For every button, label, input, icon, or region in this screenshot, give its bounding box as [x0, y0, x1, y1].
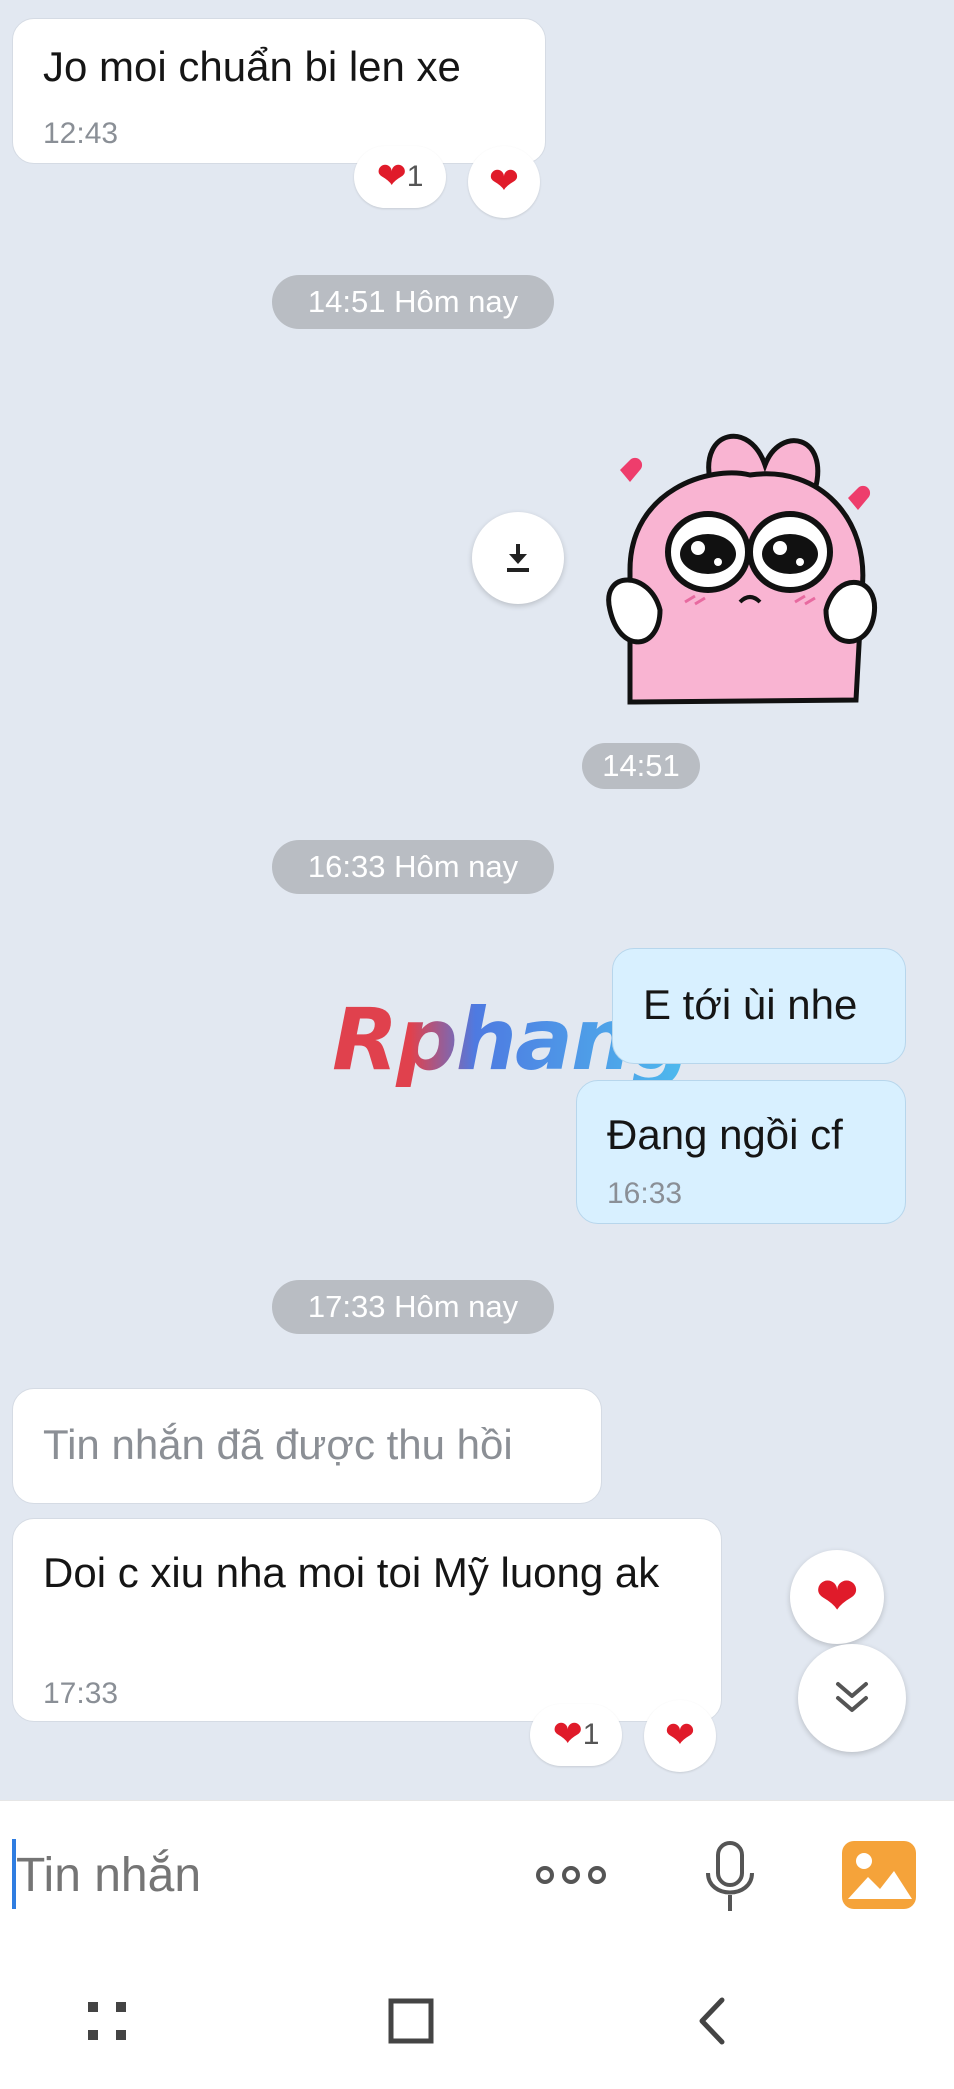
back-icon — [699, 1997, 725, 2045]
recalled-text: Tin nhắn đã được thu hồi — [43, 1421, 513, 1468]
reaction-count: 1 — [582, 1718, 600, 1751]
more-options-icon — [536, 1866, 606, 1884]
reaction-count: 1 — [406, 160, 424, 193]
message-bubble-incoming[interactable]: Jo moi chuẩn bi len xe 12:43 — [12, 18, 546, 164]
message-text: E tới ùi nhe — [643, 981, 858, 1028]
image-picker-button[interactable] — [842, 1841, 916, 1909]
date-separator: 14:51 Hôm nay — [272, 275, 554, 329]
message-time: 16:33 — [607, 1177, 683, 1210]
reaction-count-pill[interactable]: ❤ 1 — [530, 1704, 622, 1766]
quick-heart-button[interactable]: ❤ — [790, 1550, 884, 1644]
recalled-message[interactable]: Tin nhắn đã được thu hồi — [12, 1388, 602, 1504]
home-button[interactable] — [388, 1998, 434, 2044]
back-button[interactable] — [692, 1996, 732, 2046]
more-options-button[interactable] — [536, 1853, 622, 1897]
home-icon — [388, 1998, 434, 2044]
date-separator: 16:33 Hôm nay — [272, 840, 554, 894]
pink-bunny-sticker — [606, 433, 878, 705]
message-text: Đang ngồi cf — [607, 1111, 843, 1158]
double-chevron-down-icon — [836, 1682, 868, 1712]
recent-apps-button[interactable] — [86, 2000, 130, 2044]
message-time: 12:43 — [43, 117, 119, 150]
sticker-time: 14:51 — [582, 743, 700, 789]
message-composer — [0, 1800, 954, 1951]
heart-icon: ❤ — [815, 1567, 859, 1627]
scroll-to-bottom-button[interactable] — [798, 1644, 906, 1752]
reaction-count-pill[interactable]: ❤ 1 — [354, 146, 446, 208]
system-navigation-bar — [0, 1950, 954, 2089]
message-bubble-outgoing[interactable]: Đang ngồi cf 16:33 — [576, 1080, 906, 1224]
voice-record-button[interactable] — [700, 1837, 760, 1917]
message-bubble-outgoing[interactable]: E tới ùi nhe — [612, 948, 906, 1064]
message-text: Doi c xiu nha moi toi Mỹ luong ak — [43, 1549, 660, 1596]
message-time: 17:33 — [43, 1677, 119, 1710]
download-icon — [507, 544, 529, 572]
message-text: Jo moi chuẩn bi len xe — [43, 43, 461, 90]
recent-apps-icon — [88, 2002, 126, 2040]
heart-icon: ❤ — [664, 1715, 696, 1756]
message-input[interactable] — [14, 1829, 498, 1921]
message-bubble-incoming[interactable]: Doi c xiu nha moi toi Mỹ luong ak 17:33 — [12, 1518, 722, 1722]
heart-icon: ❤ — [552, 1714, 583, 1755]
react-heart-button[interactable]: ❤ — [644, 1700, 716, 1772]
download-button[interactable] — [472, 512, 564, 604]
heart-icon: ❤ — [488, 161, 520, 202]
microphone-icon — [706, 1841, 754, 1911]
react-heart-button[interactable]: ❤ — [468, 146, 540, 218]
date-separator: 17:33 Hôm nay — [272, 1280, 554, 1334]
heart-icon: ❤ — [376, 156, 407, 197]
sticker-image[interactable] — [590, 420, 896, 720]
image-gallery-icon — [842, 1841, 916, 1909]
